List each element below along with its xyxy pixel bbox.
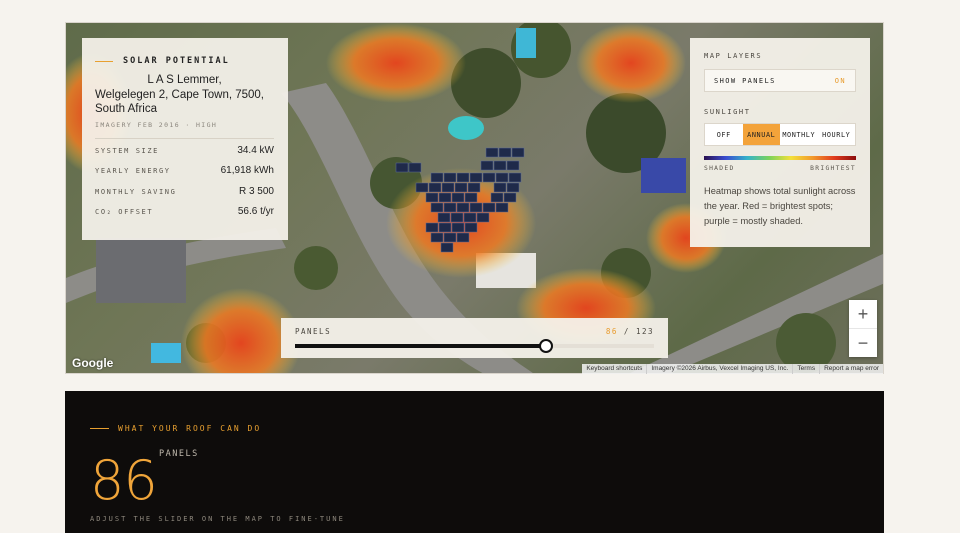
- google-logo: Google: [72, 356, 114, 370]
- accent-line: [90, 428, 109, 429]
- accent-line: [95, 60, 113, 62]
- keyboard-shortcuts-link[interactable]: Keyboard shortcuts: [582, 364, 646, 374]
- stat-row: CO₂ OFFSET 56.6 t/yr: [95, 206, 274, 227]
- layers-heading: MAP LAYERS: [704, 52, 763, 60]
- stat-row: YEARLY ENERGY 61,918 kWh: [95, 165, 274, 186]
- address-line-2: Welgelegen 2, Cape Town, 7500, South Afr…: [95, 88, 265, 116]
- stat-label: MONTHLY SAVING: [95, 187, 177, 196]
- summary-panel: WHAT YOUR ROOF CAN DO 86 PANELS ADJUST T…: [65, 391, 884, 533]
- stat-label: SYSTEM SIZE: [95, 146, 159, 155]
- panel-count: 86: [605, 327, 618, 336]
- stat-label: YEARLY ENERGY: [95, 167, 171, 175]
- stat-value: 34.4 kW: [237, 144, 274, 156]
- imagery-credit: Imagery ©2026 Airbus, Vexcel Imaging US,…: [646, 364, 792, 374]
- stat-label: CO₂ OFFSET: [95, 208, 154, 216]
- panel-total: 123: [635, 327, 654, 336]
- stat-row: MONTHLY SAVING R 3 500: [95, 186, 274, 207]
- address: L A S Lemmer, Welgelegen 2, Cape Town, 7…: [95, 73, 274, 117]
- slider-handle[interactable]: [538, 339, 553, 353]
- map-attribution: Keyboard shortcuts Imagery ©2026 Airbus,…: [582, 364, 883, 374]
- sunlight-heading: SUNLIGHT: [704, 108, 751, 116]
- address-line-1: L A S Lemmer,: [147, 74, 222, 86]
- solar-potential-card: SOLAR POTENTIAL L A S Lemmer, Welgelegen…: [82, 38, 288, 240]
- sunlight-option-off[interactable]: OFF: [705, 124, 743, 145]
- stat-value: 61,918 kWh: [220, 165, 274, 176]
- sunlight-option-hourly[interactable]: HOURLY: [818, 124, 856, 145]
- terms-link[interactable]: Terms: [792, 364, 819, 374]
- slider-fill: [295, 344, 546, 348]
- heading-text: SOLAR POTENTIAL: [123, 56, 230, 66]
- sunlight-option-annual[interactable]: ANNUAL: [742, 124, 780, 145]
- sunlight-option-monthly[interactable]: MONTHLY: [780, 124, 818, 145]
- toggle-state: ON: [834, 76, 846, 85]
- card-heading: SOLAR POTENTIAL: [95, 56, 274, 66]
- summary-eyebrow: WHAT YOUR ROOF CAN DO: [90, 424, 261, 433]
- zoom-in-button[interactable]: +: [849, 300, 877, 328]
- zoom-out-button[interactable]: −: [849, 329, 877, 357]
- show-panels-toggle[interactable]: SHOW PANELS ON: [704, 69, 856, 92]
- count-separator: /: [623, 327, 630, 336]
- scale-high-label: BRIGHTEST: [810, 165, 856, 172]
- stat-value: R 3 500: [238, 185, 274, 197]
- scale-labels: SHADED BRIGHTEST: [704, 165, 856, 172]
- imagery-date: IMAGERY FEB 2016 · HIGH: [95, 120, 218, 129]
- panel-unit: PANELS: [159, 449, 199, 459]
- stat-row: SYSTEM SIZE 34.4 kW: [95, 145, 274, 166]
- panel-count-large: 86: [90, 449, 158, 512]
- slider-hint: ADJUST THE SLIDER ON THE MAP TO FINE-TUN…: [90, 515, 345, 523]
- slider-label: PANELS: [295, 327, 332, 336]
- panels-slider-card: PANELS 86 / 123: [281, 318, 668, 358]
- sunlight-segmented-control: OFF ANNUAL MONTHLY HOURLY: [704, 123, 856, 146]
- map-layers-card: MAP LAYERS SHOW PANELS ON SUNLIGHT OFF A…: [690, 38, 870, 247]
- scale-low-label: SHADED: [704, 165, 735, 172]
- slider-track[interactable]: [295, 339, 654, 353]
- report-error-link[interactable]: Report a map error: [819, 364, 883, 374]
- heatmap-note: Heatmap shows total sunlight across the …: [704, 186, 856, 226]
- zoom-control: + −: [849, 300, 877, 357]
- toggle-label: SHOW PANELS: [714, 76, 776, 85]
- slider-count: 86 / 123: [606, 327, 654, 336]
- sunlight-color-scale: [704, 156, 856, 160]
- stat-value: 56.6 t/yr: [237, 206, 274, 217]
- eyebrow-text: WHAT YOUR ROOF CAN DO: [118, 424, 262, 433]
- divider: [95, 137, 274, 139]
